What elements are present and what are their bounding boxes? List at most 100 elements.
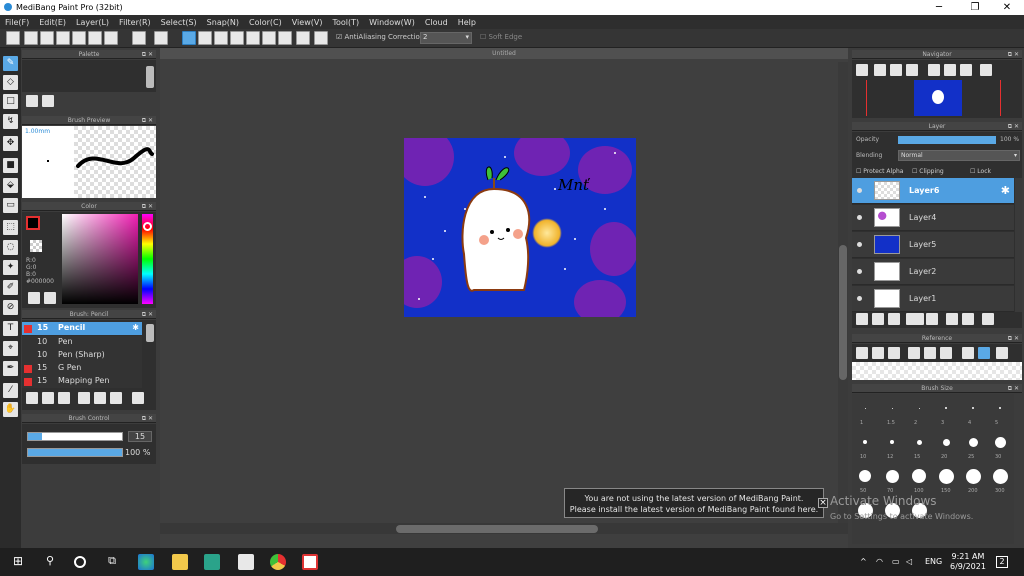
brush-size-dot[interactable] [859,470,871,482]
background-color-swatch[interactable] [30,240,42,252]
brush-cloud-icon[interactable] [26,392,38,404]
lasso-select-icon[interactable]: ◌ [3,240,18,255]
navigator-settings-icon[interactable] [980,64,992,76]
reference-image-area[interactable] [852,362,1022,380]
new-halftone-layer-icon[interactable] [872,313,884,325]
new-layer-icon[interactable] [856,313,868,325]
duplicate-layer-icon[interactable] [946,313,958,325]
update-notice[interactable]: You are not using the latest version of … [564,488,824,518]
hand-tool-icon[interactable]: ✋ [3,402,18,417]
redo-icon[interactable] [154,31,168,45]
language-indicator[interactable]: ENG [925,557,942,566]
cross-snap-icon[interactable] [230,31,244,45]
dot-tool-icon[interactable]: □ [3,94,18,109]
menu-edit[interactable]: Edit(E) [34,18,71,27]
layer-row-layer6[interactable]: Layer6 ✱ [852,178,1014,204]
divide-tool-icon[interactable]: ⊘ [3,300,18,315]
brush-properties-icon[interactable] [78,392,90,404]
battery-icon[interactable]: ▭ [892,557,900,566]
brush-size-dot[interactable] [965,468,981,484]
add-color-icon[interactable] [26,95,38,107]
brush-size-dot[interactable] [992,468,1008,484]
reference-cloud-icon[interactable] [856,347,868,359]
notifications-icon[interactable]: 2 [996,556,1008,568]
maximize-button[interactable]: ❐ [958,0,992,15]
color-add-icon[interactable] [44,292,56,304]
brush-item-g-pen[interactable]: 15 G Pen [22,362,142,375]
windows-start-icon[interactable]: ⊞ [10,554,26,570]
layer-folder-icon[interactable] [926,313,938,325]
menu-snap[interactable]: Snap(N) [202,18,244,27]
medibang-taskbar-icon[interactable] [302,554,318,570]
brush-size-dot[interactable] [916,439,922,445]
rotate-right-icon[interactable] [960,64,972,76]
correction-select[interactable]: 2 ▾ [420,32,472,44]
move-tool-icon[interactable]: ✥ [3,136,18,151]
select-pen-icon[interactable]: ↯ [3,114,18,129]
soft-edge-checkbox[interactable]: ☐ Soft Edge [480,33,522,41]
reference-rotate-icon[interactable] [996,347,1008,359]
minimize-button[interactable]: ─ [922,0,956,15]
drawing-canvas[interactable]: Mnť [404,138,636,317]
reference-eyedropper-icon[interactable] [962,347,974,359]
menu-tool[interactable]: Tool(T) [327,18,364,27]
clock[interactable]: 9:21 AM 6/9/2021 [950,552,986,572]
new-8bit-layer-icon[interactable] [888,313,900,325]
merge-layer-icon[interactable] [962,313,974,325]
brush-size-dot[interactable] [863,440,867,444]
file-explorer-icon[interactable] [172,554,188,570]
reference-close-icon[interactable] [888,347,900,359]
search-icon[interactable]: ⚲ [42,554,58,570]
brush-add-icon[interactable] [42,392,54,404]
brush-duplicate-icon[interactable] [110,392,122,404]
panel-pin-icon[interactable]: ⧉ ✕ [142,50,153,59]
text-tool-icon[interactable]: T [3,321,18,336]
layer-row-layer1[interactable]: Layer1 [852,286,1014,312]
brush-item-pen-sharp[interactable]: 10 Pen (Sharp) [22,349,142,362]
layer-scrollbar[interactable] [1015,178,1022,312]
actual-size-icon[interactable] [906,64,918,76]
panel-pin-icon[interactable]: ⧉ ✕ [142,202,153,211]
app-icon[interactable] [204,554,220,570]
grid-snap-icon[interactable] [214,31,228,45]
delete-color-icon[interactable] [42,95,54,107]
menu-file[interactable]: File(F) [0,18,34,27]
brush-size-slider[interactable] [27,432,123,441]
brush-item-mapping-pen[interactable]: 15 Mapping Pen [22,375,142,388]
brush-size-dot[interactable] [945,407,947,409]
brush-size-dot[interactable] [942,438,950,446]
layer-opacity-slider[interactable] [898,136,996,144]
flip-icon[interactable] [944,64,956,76]
reference-hand-icon[interactable] [978,347,990,359]
cortana-icon[interactable] [74,556,86,568]
foreground-color-swatch[interactable] [26,216,40,230]
canvas-tab[interactable]: Untitled [160,48,848,59]
panel-pin-icon[interactable]: ⧉ ✕ [142,310,153,319]
brush-add-menu-icon[interactable] [58,392,70,404]
visibility-eye-icon[interactable] [857,242,862,247]
pen-tool-icon[interactable]: ✒ [3,361,18,376]
reference-open-icon[interactable] [872,347,884,359]
new-file-icon[interactable] [24,31,38,45]
store-icon[interactable] [238,554,254,570]
panel-pin-icon[interactable]: ⧉ ✕ [1008,122,1019,131]
chat-icon[interactable] [40,31,54,45]
brush-delete-icon[interactable] [132,392,144,404]
palette-scrollbar[interactable] [146,66,154,88]
grid-view-icon[interactable] [104,31,118,45]
protect-alpha-checkbox[interactable]: ☐ Protect Alpha [856,168,903,175]
task-view-icon[interactable]: ⧉ [104,554,120,570]
brush-folder-icon[interactable] [94,392,106,404]
menu-window[interactable]: Window(W) [364,18,420,27]
layer-row-layer5[interactable]: Layer5 [852,232,1014,258]
list-icon[interactable] [88,31,102,45]
lock-checkbox[interactable]: ☐ Lock [970,168,991,175]
visibility-eye-icon[interactable] [857,269,862,274]
panel-pin-icon[interactable]: ⧉ ✕ [1008,384,1019,393]
panel-pin-icon[interactable]: ⧉ ✕ [1008,334,1019,343]
brush-tool-icon[interactable]: ✎ [3,56,18,71]
parallel-snap-icon[interactable] [198,31,212,45]
brush-list-scrollbar[interactable] [146,324,154,342]
brush-size-dot[interactable] [972,407,974,409]
hue-handle[interactable] [143,222,152,231]
